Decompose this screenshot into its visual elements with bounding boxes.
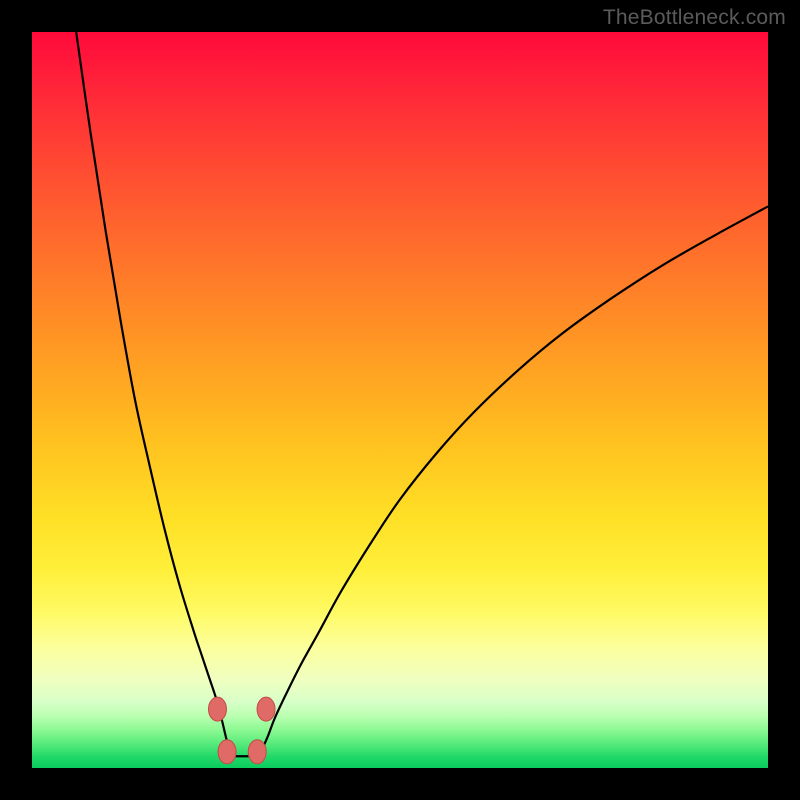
watermark-text: TheBottleneck.com	[603, 6, 786, 30]
chart-frame: TheBottleneck.com	[0, 0, 800, 800]
curve-marker	[257, 697, 275, 721]
curve-marker	[208, 697, 226, 721]
bottleneck-curve	[76, 32, 768, 756]
marker-group	[208, 697, 275, 764]
curve-marker	[218, 740, 236, 764]
curve-layer	[32, 32, 768, 768]
plot-area	[32, 32, 768, 768]
curve-marker	[248, 740, 266, 764]
